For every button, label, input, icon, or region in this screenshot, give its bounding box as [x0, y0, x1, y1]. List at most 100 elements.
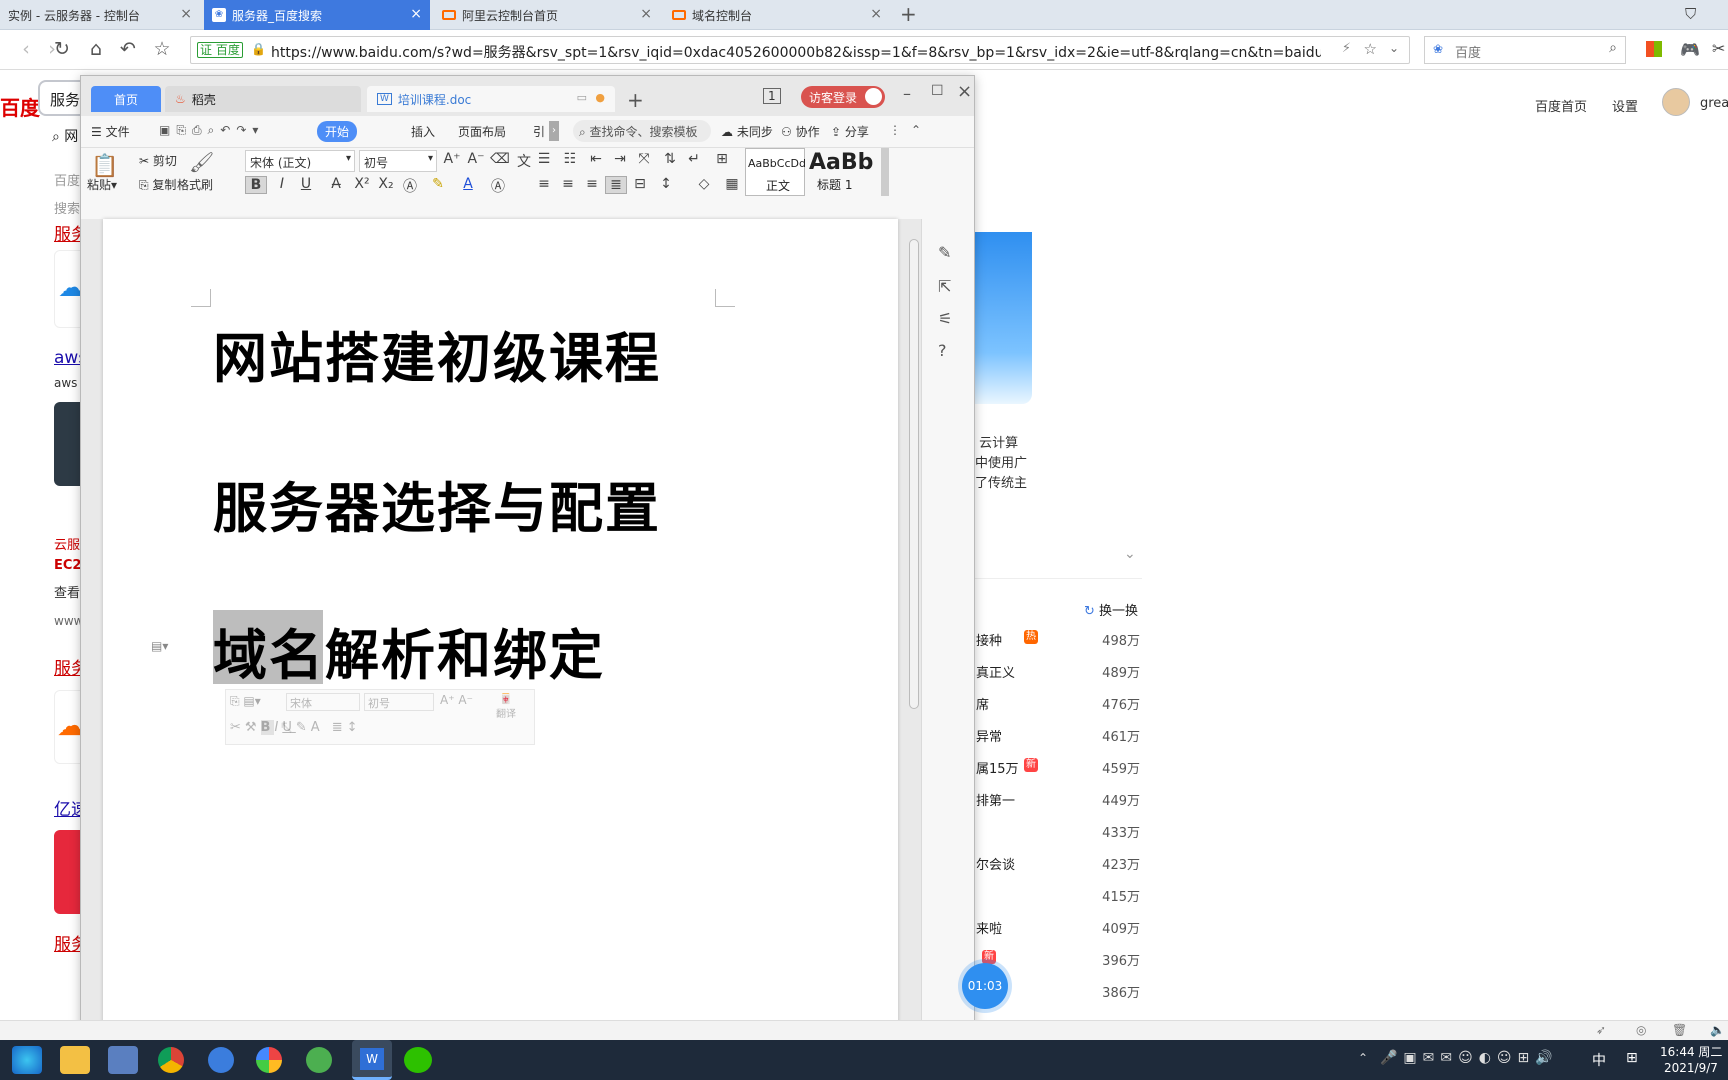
close-icon[interactable]: × — [870, 6, 882, 22]
file-menu[interactable]: ☰ 文件 — [91, 123, 130, 140]
address-bar[interactable]: 证 百度 🔒 https://www.baidu.com/s?wd=服务器&rs… — [190, 36, 1410, 64]
hot-search-item[interactable]: 接种 热 498万 — [960, 630, 1140, 652]
home-icon[interactable]: ⌂ — [84, 38, 108, 60]
styles-scroll[interactable] — [881, 148, 889, 196]
style-heading1[interactable]: AaBb 标题 1 — [807, 148, 877, 196]
file-explorer-icon[interactable] — [60, 1046, 90, 1074]
decrease-indent-icon[interactable]: ⇤ — [585, 151, 607, 167]
chrome-icon[interactable] — [158, 1047, 184, 1073]
font-size-select[interactable]: 初号 ▾ — [359, 150, 437, 172]
window-icon[interactable]: ▭ — [577, 91, 587, 104]
shrink-font-icon[interactable]: A⁻ — [465, 151, 487, 167]
tray-icons[interactable]: 🎤▣✉✉☺◐☺⊞🔊 — [1380, 1050, 1559, 1066]
hot-search-item[interactable]: 异常 461万 — [960, 726, 1140, 748]
close-icon[interactable]: × — [640, 6, 652, 22]
close-icon[interactable]: × — [410, 6, 422, 22]
new-tab-icon[interactable]: + — [900, 2, 917, 26]
number-list-icon[interactable]: ☷ — [559, 151, 581, 167]
wps-daoke-tab[interactable]: ♨ 稻壳 — [165, 86, 361, 112]
username[interactable]: great — [1700, 96, 1728, 111]
back-icon[interactable]: ‹ — [14, 38, 38, 60]
paste-button[interactable]: 粘贴▾ — [87, 176, 117, 193]
color-app-icon[interactable] — [256, 1047, 282, 1073]
highlight-button[interactable]: ✎ — [427, 176, 449, 192]
wps-home-tab[interactable]: 首页 — [91, 86, 161, 112]
remote-desktop-icon[interactable] — [108, 1046, 138, 1074]
avatar[interactable] — [1662, 88, 1690, 116]
text-effect-button[interactable]: Ⓐ — [399, 176, 421, 196]
format-painter-icon[interactable]: 🖌 — [189, 150, 214, 174]
hot-search-item[interactable]: 排第一 449万 — [960, 790, 1140, 812]
lightning-icon[interactable]: ⚡ — [1342, 41, 1351, 56]
char-border-button[interactable]: Ⓐ — [487, 176, 509, 196]
subscript-button[interactable]: X₂ — [375, 176, 397, 192]
trash-icon[interactable]: 🗑 — [1672, 1023, 1687, 1037]
grow-shrink-font-icons[interactable]: A⁺ A⁻ — [440, 693, 473, 707]
browser-tab-aliyun[interactable]: 阿里云控制台首页 × — [434, 0, 660, 30]
show-hidden-icon[interactable]: ⌃ — [1358, 1051, 1368, 1065]
font-color-button[interactable]: A — [457, 176, 479, 192]
shading-icon[interactable]: ◇ — [693, 176, 715, 192]
strikethrough-button[interactable]: A̶ — [325, 176, 347, 192]
doc-heading-2[interactable]: 服务器选择与配置 — [213, 464, 661, 543]
command-search-box[interactable]: ⌕ 查找命令、搜索模板 — [573, 120, 711, 142]
doc-heading-1[interactable]: 网站搭建初级课程 — [213, 314, 661, 393]
copy-icon[interactable]: ⎘ ▤▾ — [230, 694, 261, 709]
sync-button[interactable]: ☁ 未同步 — [721, 123, 773, 140]
translate-button[interactable]: 🀄 翻译 — [496, 694, 516, 720]
justify-icon[interactable]: ≣ — [605, 176, 627, 194]
bold-button[interactable]: B — [245, 176, 267, 194]
result-tab-web[interactable]: ⌕ 网 — [52, 126, 78, 146]
hot-search-item[interactable]: 来啦 409万 — [960, 918, 1140, 940]
page-count-badge[interactable]: 1 — [763, 88, 781, 104]
mini-size-select[interactable]: 初号 — [364, 693, 434, 711]
hot-search-item[interactable]: 尔会谈 423万 — [960, 854, 1140, 876]
volume-icon[interactable]: 🔈 — [1710, 1023, 1725, 1037]
table-tools-icon[interactable]: ⊞ — [711, 151, 733, 167]
browser-tab-baidu[interactable]: ❀ 服务器_百度搜索 × — [204, 0, 430, 30]
chevron-down-icon[interactable]: ⌄ — [1389, 41, 1399, 55]
vertical-scrollbar[interactable] — [909, 239, 919, 709]
select-arrow-icon[interactable]: ⇱ — [938, 277, 951, 296]
browser-tab-ecs[interactable]: 实例 - 云服务器 - 控制台 × — [0, 0, 200, 30]
chevron-down-icon[interactable]: ⌄ — [1124, 546, 1136, 562]
collapse-ribbon-icon[interactable]: ⌃ — [911, 123, 921, 137]
align-center-icon[interactable]: ≡ — [557, 176, 579, 192]
line-spacing-icon[interactable]: ↕ — [655, 176, 677, 192]
search-icon[interactable]: ⌕ — [1609, 40, 1617, 56]
clock-time[interactable]: 16:44 周二 — [1660, 1043, 1722, 1060]
url-text[interactable]: https://www.baidu.com/s?wd=服务器&rsv_spt=1… — [271, 42, 1321, 62]
align-right-icon[interactable]: ≡ — [581, 176, 603, 192]
hot-search-item[interactable]: 属15万新 459万 — [960, 758, 1140, 780]
collaborate-button[interactable]: ⚇ 协作 — [781, 123, 820, 140]
hot-search-item[interactable]: 真正义 489万 — [960, 662, 1140, 684]
sogou-icon[interactable] — [208, 1047, 234, 1073]
document-page[interactable]: 网站搭建初级课程 服务器选择与配置 域名解析和绑定 ▤▾ ↖ ⎘ ▤▾ 宋体 初… — [103, 219, 898, 1034]
browser-tab-domain[interactable]: 域名控制台 × — [664, 0, 890, 30]
certificate-badge[interactable]: 证 百度 — [197, 42, 243, 58]
refresh-button[interactable]: ↻ 换一换 — [1084, 600, 1138, 619]
apps-icon[interactable] — [1646, 41, 1662, 57]
italic-button[interactable]: I — [271, 176, 293, 192]
undo-close-icon[interactable]: ↶ — [116, 38, 140, 60]
align-left-icon[interactable]: ≡ — [533, 176, 555, 192]
increase-indent-icon[interactable]: ⇥ — [609, 151, 631, 167]
recording-timer[interactable]: 01:03 — [962, 963, 1008, 1009]
show-marks-icon[interactable]: ↵ — [683, 151, 705, 167]
baidu-home-link[interactable]: 百度首页 — [1535, 96, 1587, 115]
clear-format-icon[interactable]: ⌫ — [489, 151, 511, 167]
edge-icon[interactable] — [12, 1046, 42, 1074]
reload-icon[interactable]: ↻ — [50, 38, 74, 60]
underline-button[interactable]: U — [295, 176, 317, 192]
rocket-icon[interactable]: ➶ — [1596, 1023, 1606, 1037]
paragraph-handle-icon[interactable]: ▤▾ — [151, 639, 168, 653]
browser-search-box[interactable]: ❀ 百度 ⌕ — [1424, 36, 1626, 64]
grow-font-icon[interactable]: A⁺ — [441, 151, 463, 167]
format-painter-button[interactable]: 格式刷 — [177, 176, 213, 193]
bookmark-star-icon[interactable]: ☆ — [1364, 40, 1377, 58]
tab-layout[interactable]: 页面布局 — [458, 123, 506, 140]
wechat-icon[interactable] — [404, 1047, 432, 1073]
scissors-icon[interactable]: ✂ — [1712, 39, 1725, 58]
phonetic-icon[interactable]: 文 — [513, 151, 535, 171]
hot-search-item[interactable]: 415万 — [960, 886, 1140, 908]
